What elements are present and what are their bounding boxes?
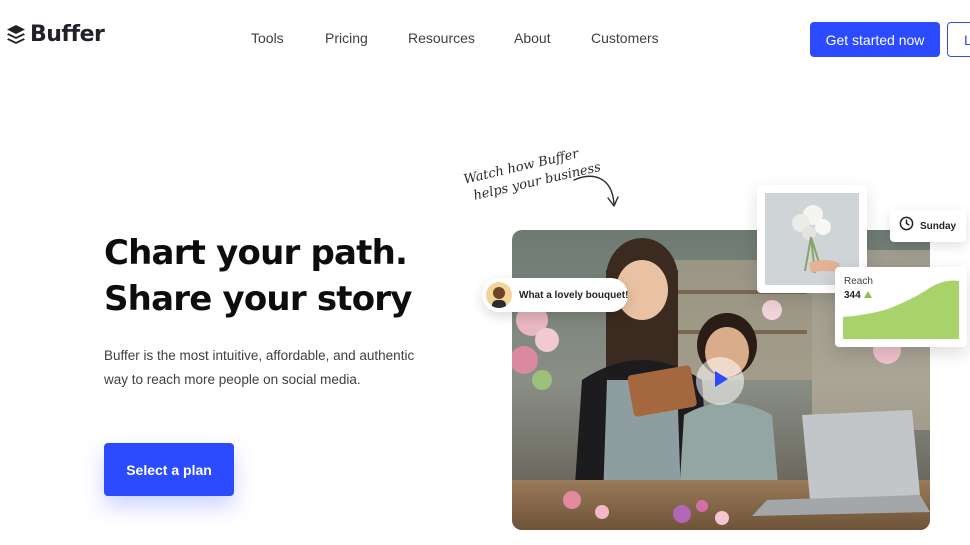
- hero-title-line-1: Chart your path.: [104, 233, 408, 273]
- comment-text: What a lovely bouquet!: [519, 289, 629, 301]
- hero-description: Buffer is the most intuitive, affordable…: [104, 348, 415, 387]
- day-label: Sunday: [920, 220, 957, 232]
- clock-icon: [899, 216, 914, 236]
- nav-pricing[interactable]: Pricing: [325, 30, 368, 46]
- hero-title: Chart your path. Share your story: [104, 230, 412, 322]
- comment-bubble: What a lovely bouquet!: [482, 278, 628, 312]
- reach-card: Reach 344: [835, 267, 967, 347]
- play-icon: [709, 368, 731, 395]
- hero-title-line-2: Share your story: [104, 279, 412, 319]
- stacked-layers-icon: [6, 24, 26, 46]
- select-plan-button[interactable]: Select a plan: [104, 443, 234, 496]
- reach-sparkline: [843, 280, 959, 339]
- get-started-button[interactable]: Get started now: [810, 22, 940, 57]
- brand-name: Buffer: [30, 22, 105, 47]
- nav-about[interactable]: About: [514, 30, 551, 46]
- nav-customers[interactable]: Customers: [591, 30, 659, 46]
- site-header: Buffer Tools Pricing Resources About Cus…: [0, 0, 970, 80]
- nav-resources[interactable]: Resources: [408, 30, 475, 46]
- login-button[interactable]: L: [947, 22, 970, 57]
- buffer-logo[interactable]: Buffer: [6, 22, 105, 47]
- schedule-day-card: Sunday: [890, 210, 966, 242]
- play-button[interactable]: [696, 357, 744, 405]
- curved-arrow-icon: [570, 170, 622, 221]
- avatar: [486, 282, 512, 308]
- nav-tools[interactable]: Tools: [251, 30, 284, 46]
